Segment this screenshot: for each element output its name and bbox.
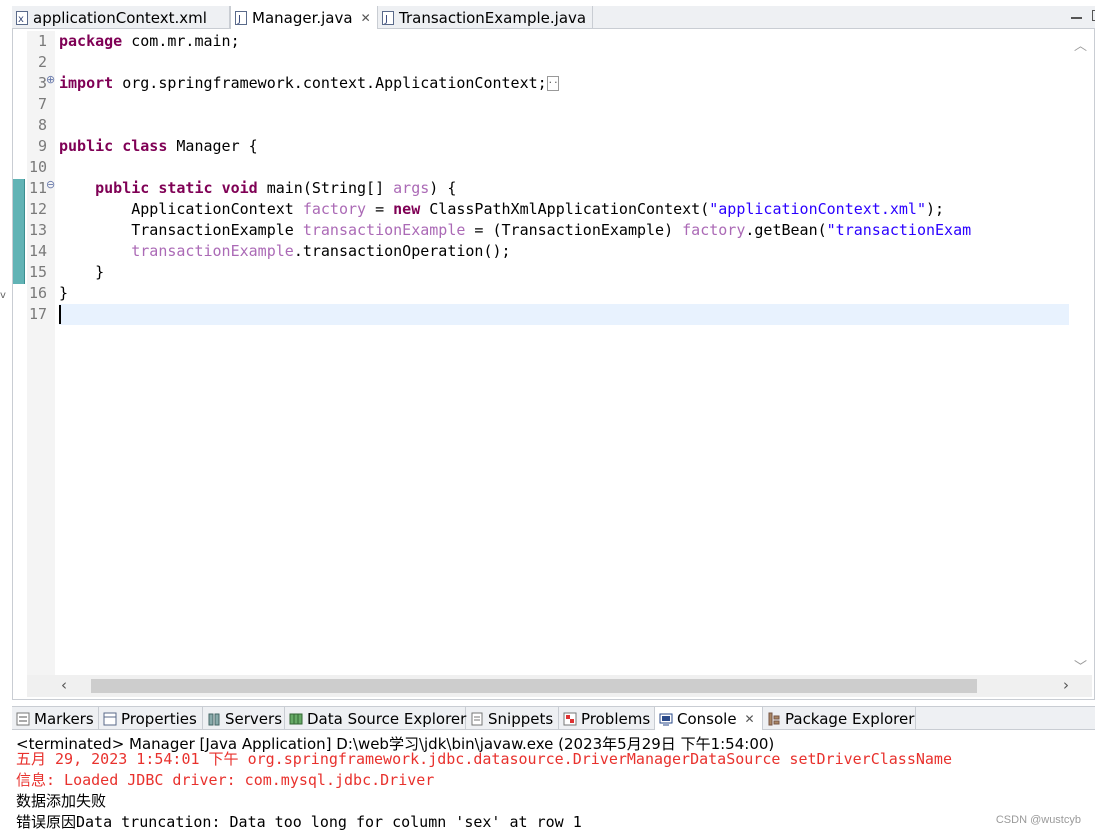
tab-snippets[interactable]: Snippets — [466, 707, 559, 730]
console-line: 错误原因Data truncation: Data too long for c… — [16, 813, 582, 831]
svg-text:x: x — [18, 14, 24, 25]
collapse-fold-icon[interactable]: ⊖ — [46, 178, 55, 191]
servers-icon — [207, 712, 221, 726]
tab-label: Data Source Explorer — [307, 709, 467, 728]
code-line: import org.springframework.context.Appli… — [59, 74, 559, 92]
editor-tab-bar: x applicationContext.xml J Manager.java … — [12, 6, 1095, 30]
data-source-icon — [289, 712, 303, 726]
code-line: } — [59, 284, 69, 302]
close-icon[interactable]: ✕ — [361, 11, 371, 25]
close-icon[interactable]: ✕ — [745, 712, 755, 726]
tab-label: Problems — [581, 709, 651, 728]
line-number: 9 — [37, 137, 47, 155]
tab-label: Package Explorer — [785, 709, 915, 728]
code-editor[interactable]: 1 2 3 7 8 9 10 11 12 13 14 15 16 17 ⊕ ⊖ … — [12, 29, 1095, 700]
tab-label: Markers — [34, 709, 94, 728]
line-number: 16 — [28, 284, 47, 302]
console-output[interactable]: 五月 29, 2023 1:54:01 下午 org.springframewo… — [16, 749, 952, 833]
tab-manager-java[interactable]: J Manager.java ✕ — [230, 6, 378, 30]
views-tab-bar: Markers Properties Servers Data Source E… — [12, 706, 1095, 730]
tab-application-context-xml[interactable]: x applicationContext.xml — [12, 6, 230, 29]
code-line: transactionExample.transactionOperation(… — [131, 242, 511, 260]
problems-icon — [563, 712, 577, 726]
tab-properties[interactable]: Properties — [99, 707, 203, 730]
java-file-icon: J — [382, 10, 394, 25]
scroll-left-icon[interactable]: ‹ — [61, 676, 67, 694]
scroll-thumb[interactable] — [91, 679, 977, 693]
line-number: 13 — [28, 221, 47, 239]
code-line: public static void main(String[] args) { — [95, 179, 457, 197]
current-code-line — [59, 304, 1069, 325]
tab-label: Properties — [121, 709, 197, 728]
horizontal-scrollbar[interactable]: ‹ › — [27, 675, 1092, 697]
xml-file-icon: x — [16, 10, 28, 25]
line-number: 2 — [37, 53, 47, 71]
tab-servers[interactable]: Servers — [203, 707, 285, 730]
tab-label: applicationContext.xml — [33, 8, 207, 27]
snippets-icon — [470, 712, 484, 726]
line-number: 8 — [37, 116, 47, 134]
console-icon — [659, 712, 673, 726]
tab-label: Manager.java — [252, 9, 353, 27]
tab-transaction-example-java[interactable]: J TransactionExample.java — [378, 6, 593, 29]
watermark: CSDN @wustcyb — [995, 814, 1081, 826]
line-number: 12 — [28, 200, 47, 218]
minimize-icon[interactable] — [1071, 10, 1082, 19]
tab-label: Snippets — [488, 709, 554, 728]
console-line: 信息: Loaded JDBC driver: com.mysql.jdbc.D… — [16, 771, 435, 789]
expand-fold-icon[interactable]: ⊕ — [46, 73, 55, 86]
svg-text:J: J — [237, 14, 241, 25]
tab-markers[interactable]: Markers — [12, 707, 99, 730]
line-number: 15 — [28, 263, 47, 281]
tab-label: Servers — [225, 709, 283, 728]
vertical-scrollbar[interactable]: ︿ ﹀ — [1068, 31, 1092, 676]
line-number: 1 — [37, 32, 47, 50]
code-line: package com.mr.main; — [59, 32, 240, 50]
collapse-indicator-icon: v — [0, 290, 6, 301]
tab-package-explorer[interactable]: Package Explorer — [763, 707, 916, 730]
tab-label: Console — [677, 709, 737, 728]
line-number: 14 — [28, 242, 47, 260]
markers-icon — [16, 712, 30, 726]
console-line: 五月 29, 2023 1:54:01 下午 org.springframewo… — [16, 750, 952, 768]
code-area[interactable]: package com.mr.main; import org.springfr… — [59, 31, 1069, 325]
collapsed-imports-icon[interactable]: .. — [546, 76, 559, 91]
scroll-right-icon[interactable]: › — [1063, 676, 1069, 694]
package-explorer-icon — [767, 712, 781, 726]
line-number: 7 — [37, 95, 47, 113]
tab-console[interactable]: Console ✕ — [655, 707, 763, 730]
text-caret — [59, 305, 61, 324]
code-line: ApplicationContext factory = new ClassPa… — [59, 200, 945, 218]
console-line: 数据添加失败 — [16, 792, 107, 810]
properties-icon — [103, 712, 117, 726]
svg-text:J: J — [384, 14, 388, 25]
tab-problems[interactable]: Problems — [559, 707, 655, 730]
scroll-up-icon[interactable]: ︿ — [1074, 35, 1087, 54]
line-number: 17 — [28, 305, 47, 323]
console-view[interactable]: <terminated> Manager [Java Application] … — [12, 730, 1095, 836]
tab-data-source-explorer[interactable]: Data Source Explorer — [285, 707, 466, 730]
tab-label: TransactionExample.java — [399, 8, 587, 27]
line-number: 10 — [28, 158, 47, 176]
change-indicator-bar — [13, 179, 25, 284]
code-line: public class Manager { — [59, 137, 258, 155]
scroll-down-icon[interactable]: ﹀ — [1074, 656, 1087, 675]
java-file-icon: J — [235, 11, 247, 25]
code-line: } — [59, 263, 105, 281]
code-line: TransactionExample transactionExample = … — [59, 221, 972, 239]
